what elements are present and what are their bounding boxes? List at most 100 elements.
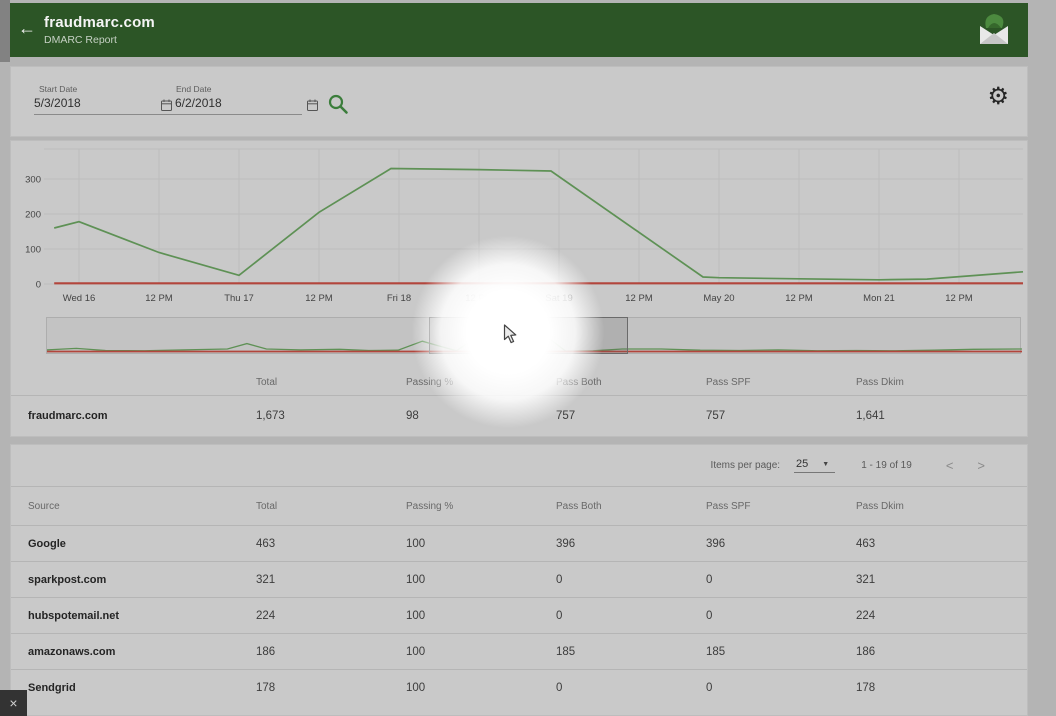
table-cell: Google (11, 538, 256, 550)
page-subtitle: DMARC Report (44, 34, 974, 46)
table-row[interactable]: fraudmarc.com1,673987577571,641 (11, 395, 1027, 435)
table-cell: 178 (256, 682, 406, 694)
column-header: Passing % (406, 501, 556, 512)
calendar-picker-icon[interactable] (307, 99, 318, 111)
column-header: Passing % (406, 377, 556, 388)
svg-text:0: 0 (36, 280, 41, 291)
gear-icon[interactable]: ⚙ (987, 85, 1009, 109)
table-cell: 185 (706, 646, 856, 658)
svg-text:12 PM: 12 PM (945, 293, 973, 304)
items-per-page-label: Items per page: (711, 460, 780, 471)
table-cell: 321 (856, 574, 1027, 586)
table-cell: 100 (406, 646, 556, 658)
header-titles: fraudmarc.com DMARC Report (44, 14, 974, 46)
table-cell: 100 (406, 682, 556, 694)
table-cell: 396 (556, 538, 706, 550)
svg-text:Sat 19: Sat 19 (545, 293, 572, 304)
table-row[interactable]: hubspotemail.net22410000224 (11, 597, 1027, 633)
table-cell: 1,673 (256, 410, 406, 422)
table-cell: 100 (406, 538, 556, 550)
table-header-row: TotalPassing %Pass BothPass SPFPass Dkim (11, 369, 1027, 395)
svg-text:Wed 16: Wed 16 (63, 293, 96, 304)
svg-text:12 PM: 12 PM (625, 293, 653, 304)
table-cell: amazonaws.com (11, 646, 256, 658)
svg-text:12 PM: 12 PM (145, 293, 173, 304)
search-icon[interactable] (327, 93, 349, 115)
table-cell: Sendgrid (11, 682, 256, 694)
table-cell: 100 (406, 574, 556, 586)
table-cell: hubspotemail.net (11, 610, 256, 622)
table-cell: 224 (256, 610, 406, 622)
svg-text:200: 200 (25, 210, 41, 221)
back-arrow-icon[interactable]: ← (10, 18, 44, 39)
close-icon[interactable]: × (0, 690, 27, 716)
table-cell: 321 (256, 574, 406, 586)
svg-text:12 PM: 12 PM (305, 293, 333, 304)
end-date-input[interactable]: 6/2/2018 (175, 96, 222, 110)
column-header: Source (11, 501, 256, 512)
table-cell: 0 (556, 610, 706, 622)
items-per-page-select[interactable]: 25 ▼ (794, 458, 835, 473)
table-cell: 224 (856, 610, 1027, 622)
table-cell: 98 (406, 410, 556, 422)
column-header: Total (256, 377, 406, 388)
svg-text:May 20: May 20 (703, 293, 734, 304)
table-cell: 0 (706, 682, 856, 694)
table-cell: fraudmarc.com (11, 410, 256, 422)
table-row[interactable]: Google463100396396463 (11, 525, 1027, 561)
chevron-down-icon: ▼ (822, 461, 829, 468)
brush-selection-window[interactable] (429, 317, 628, 354)
table-cell: 396 (706, 538, 856, 550)
mouse-cursor-icon (503, 324, 518, 345)
date-field-underline (34, 114, 302, 115)
page-range-label: 1 - 19 of 19 (861, 460, 912, 471)
column-header: Pass Both (556, 501, 706, 512)
svg-text:300: 300 (25, 175, 41, 186)
range-brush-track[interactable] (46, 317, 1021, 354)
table-cell: 0 (706, 574, 856, 586)
column-header: Pass SPF (706, 377, 856, 388)
table-cell: 757 (706, 410, 856, 422)
svg-text:Mon 21: Mon 21 (863, 293, 895, 304)
pagination-bar: Items per page: 25 ▼ 1 - 19 of 19 < > (11, 445, 1027, 487)
table-cell: 0 (556, 682, 706, 694)
table-cell: 186 (256, 646, 406, 658)
table-cell: 1,641 (856, 410, 1027, 422)
table-row[interactable]: Sendgrid17810000178 (11, 669, 1027, 705)
items-per-page-value: 25 (796, 458, 808, 470)
page-title: fraudmarc.com (44, 14, 974, 31)
previous-page-icon[interactable]: < (934, 458, 966, 473)
traffic-line-chart: Wed 16 12 PM Thu 17 12 PM Fri 18 12 PM Sat 19 1… (11, 141, 1027, 311)
column-header: Pass SPF (706, 501, 856, 512)
column-header: Pass Dkim (856, 377, 1027, 388)
table-cell: 186 (856, 646, 1027, 658)
table-cell: 100 (406, 610, 556, 622)
svg-text:Thu 17: Thu 17 (224, 293, 254, 304)
app-frame: ← fraudmarc.com DMARC Report Start Date … (0, 0, 1056, 716)
table-cell: 757 (556, 410, 706, 422)
table-cell: 178 (856, 682, 1027, 694)
sources-card: Items per page: 25 ▼ 1 - 19 of 19 < > So… (10, 444, 1028, 716)
svg-text:100: 100 (25, 245, 41, 256)
calendar-icon[interactable] (161, 99, 172, 111)
column-header: Pass Both (556, 377, 706, 388)
column-header: Total (256, 501, 406, 512)
frame-edge (0, 0, 10, 62)
sources-table: SourceTotalPassing %Pass BothPass SPFPas… (11, 487, 1027, 705)
table-cell: 463 (856, 538, 1027, 550)
table-cell: 185 (556, 646, 706, 658)
report-chart-card: Wed 16 12 PM Thu 17 12 PM Fri 18 12 PM Sat 19 1… (10, 140, 1028, 437)
envelope-logo-icon (974, 11, 1014, 49)
table-cell: sparkpost.com (11, 574, 256, 586)
next-page-icon[interactable]: > (965, 458, 997, 473)
table-row[interactable]: sparkpost.com32110000321 (11, 561, 1027, 597)
start-date-label: Start Date (39, 84, 77, 94)
svg-text:Fri 18: Fri 18 (387, 293, 411, 304)
svg-text:12 PM: 12 PM (785, 293, 813, 304)
table-cell: 0 (556, 574, 706, 586)
table-row[interactable]: amazonaws.com186100185185186 (11, 633, 1027, 669)
column-header: Pass Dkim (856, 501, 1027, 512)
table-cell: 0 (706, 610, 856, 622)
start-date-input[interactable]: 5/3/2018 (34, 96, 81, 110)
app-header: ← fraudmarc.com DMARC Report (10, 3, 1028, 57)
